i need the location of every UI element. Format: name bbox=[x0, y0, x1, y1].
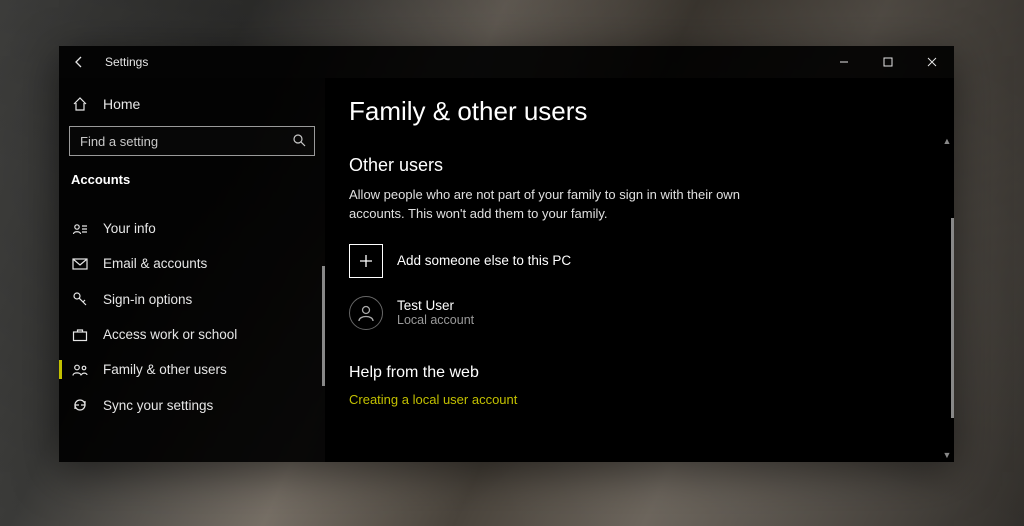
sidebar-item-label: Email & accounts bbox=[103, 256, 207, 271]
briefcase-icon bbox=[71, 328, 89, 342]
sidebar-item-family-other-users[interactable]: Family & other users bbox=[59, 352, 325, 387]
window-body: Home Find a setting Accounts Your info bbox=[59, 78, 954, 462]
sidebar: Home Find a setting Accounts Your info bbox=[59, 78, 325, 462]
sidebar-item-label: Family & other users bbox=[103, 362, 227, 377]
sidebar-nav: Your info Email & accounts Sign-in optio… bbox=[59, 211, 325, 423]
sidebar-item-label: Sign-in options bbox=[103, 292, 192, 307]
help-link[interactable]: Creating a local user account bbox=[349, 392, 930, 407]
add-user-button[interactable]: Add someone else to this PC bbox=[349, 244, 930, 278]
mail-icon bbox=[71, 258, 89, 270]
maximize-button[interactable] bbox=[866, 46, 910, 78]
sidebar-item-your-info[interactable]: Your info bbox=[59, 211, 325, 246]
sidebar-item-label: Access work or school bbox=[103, 327, 237, 342]
user-subtitle: Local account bbox=[397, 313, 474, 327]
sidebar-item-access-work-school[interactable]: Access work or school bbox=[59, 317, 325, 352]
sidebar-item-label: Sync your settings bbox=[103, 398, 213, 413]
page-title: Family & other users bbox=[349, 96, 930, 127]
home-button[interactable]: Home bbox=[59, 92, 325, 120]
search-input[interactable]: Find a setting bbox=[69, 126, 315, 156]
window-title: Settings bbox=[105, 55, 148, 69]
user-name: Test User bbox=[397, 298, 474, 313]
titlebar: Settings bbox=[59, 46, 954, 78]
main-content: Family & other users Other users Allow p… bbox=[325, 78, 954, 462]
key-icon bbox=[71, 291, 89, 307]
help-heading: Help from the web bbox=[349, 364, 930, 382]
person-card-icon bbox=[71, 222, 89, 236]
minimize-button[interactable] bbox=[822, 46, 866, 78]
other-users-heading: Other users bbox=[349, 155, 930, 176]
sidebar-item-sync-settings[interactable]: Sync your settings bbox=[59, 387, 325, 423]
avatar-icon bbox=[349, 296, 383, 330]
user-entry[interactable]: Test User Local account bbox=[349, 296, 930, 330]
search-icon bbox=[292, 133, 306, 150]
settings-window: Settings Home Find a setting bbox=[59, 46, 954, 462]
back-button[interactable] bbox=[59, 46, 99, 78]
add-user-label: Add someone else to this PC bbox=[397, 253, 571, 268]
main-scrollbar[interactable] bbox=[951, 218, 954, 418]
sidebar-item-email-accounts[interactable]: Email & accounts bbox=[59, 246, 325, 281]
other-users-description: Allow people who are not part of your fa… bbox=[349, 186, 769, 224]
people-icon bbox=[71, 363, 89, 377]
close-button[interactable] bbox=[910, 46, 954, 78]
home-icon bbox=[71, 96, 89, 112]
sidebar-item-label: Your info bbox=[103, 221, 156, 236]
scroll-up-button[interactable]: ▲ bbox=[940, 134, 954, 148]
sync-icon bbox=[71, 397, 89, 413]
scroll-down-button[interactable]: ▼ bbox=[940, 448, 954, 462]
home-label: Home bbox=[103, 96, 140, 112]
search-placeholder: Find a setting bbox=[80, 134, 292, 149]
sidebar-item-signin-options[interactable]: Sign-in options bbox=[59, 281, 325, 317]
sidebar-section-title: Accounts bbox=[59, 168, 325, 199]
plus-icon bbox=[349, 244, 383, 278]
